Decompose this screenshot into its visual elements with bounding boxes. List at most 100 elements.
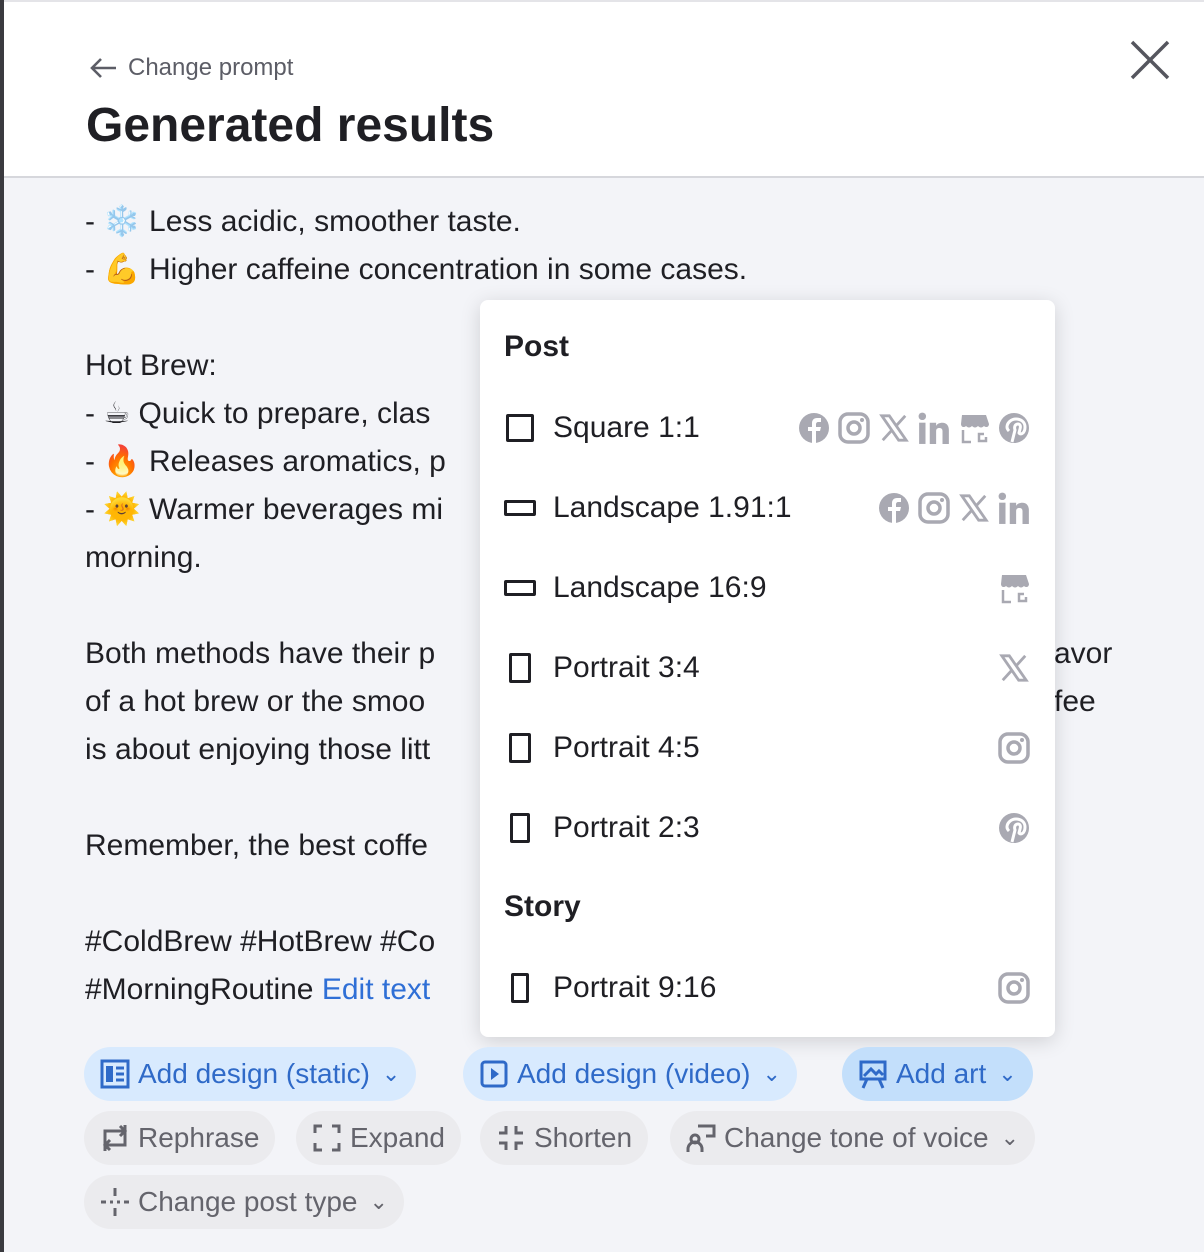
platform-icons — [997, 731, 1031, 765]
content-line-text: is about enjoying those litt — [85, 733, 431, 766]
option-label: Square 1:1 — [553, 411, 700, 444]
post-format-option[interactable]: Landscape 16:9 — [480, 558, 1055, 618]
content-line-text: - ☕ Quick to prepare, clas — [85, 397, 431, 430]
shorten-button[interactable]: Shorten — [480, 1111, 649, 1165]
page-title: Generated results — [86, 99, 495, 152]
content-line: #MorningRoutine Edit text — [85, 966, 430, 1014]
rephrase-label: Rephrase — [138, 1122, 260, 1153]
instagram-icon — [997, 971, 1031, 1005]
content-line: Both methods have their p — [85, 630, 435, 678]
content-line-text: - ❄️ Less acidic, smoother taste. — [85, 205, 521, 238]
x-icon — [957, 491, 991, 525]
option-label: Portrait 2:3 — [553, 811, 700, 844]
expand-label: Expand — [350, 1122, 445, 1153]
change-prompt-label: Change prompt — [128, 54, 294, 81]
google-business-icon — [957, 411, 991, 445]
aspect-ratio-icon — [509, 653, 531, 683]
pinterest-icon — [997, 411, 1031, 445]
crosshair-icon — [101, 1188, 129, 1216]
rephrase-button[interactable]: Rephrase — [84, 1111, 276, 1165]
change-post-type-label: Change post type — [138, 1186, 358, 1217]
content-line: - 🔥 Releases aromatics, p — [85, 438, 446, 486]
aspect-ratio-icon — [506, 414, 534, 442]
platform-icons — [997, 971, 1031, 1005]
linkedin-icon — [917, 411, 951, 445]
expand-button[interactable]: Expand — [296, 1111, 461, 1165]
aspect-ratio-icon — [509, 733, 531, 763]
option-label: Portrait 4:5 — [553, 731, 700, 764]
chevron-down-icon: ⌄ — [381, 1061, 401, 1086]
instagram-icon — [997, 731, 1031, 765]
option-label: Landscape 16:9 — [553, 571, 767, 604]
platform-icons — [877, 491, 1031, 525]
chevron-down-icon: ⌄ — [998, 1061, 1017, 1086]
header: Change prompt Generated results — [4, 0, 1204, 178]
option-label: Portrait 9:16 — [553, 971, 717, 1004]
speaker-person-icon — [686, 1124, 716, 1152]
chevron-down-icon: ⌄ — [762, 1061, 781, 1086]
aspect-ratio-icon — [510, 813, 530, 843]
content-line-text: morning. — [85, 541, 202, 574]
text-fragment: avor — [1054, 637, 1113, 670]
content-line-text: - 🌞 Warmer beverages mi — [85, 493, 443, 526]
edit-text-link[interactable]: Edit text — [322, 973, 430, 1006]
content-line-text: Hot Brew: — [85, 349, 217, 382]
add-design-static-label: Add design (static) — [138, 1058, 370, 1089]
content-line: - ☕ Quick to prepare, clas — [85, 390, 430, 438]
post-format-option[interactable]: Portrait 4:5 — [480, 718, 1055, 778]
content-line-text: #MorningRoutine — [85, 973, 314, 1006]
post-type-dropdown: Post Square 1:1 Landscape 1.91:1 Landscape… — [480, 300, 1055, 1037]
post-format-option[interactable]: Landscape 1.91:1 — [480, 478, 1055, 538]
shorten-label: Shorten — [534, 1122, 633, 1153]
layout-icon — [100, 1059, 130, 1089]
platform-icons — [997, 811, 1031, 845]
change-post-type-button[interactable]: Change post type ⌄ — [84, 1175, 404, 1229]
content-line-text: #ColdBrew #HotBrew #Co — [85, 925, 436, 958]
facebook-icon — [877, 491, 911, 525]
easel-icon — [859, 1060, 887, 1089]
content-line-text: of a hot brew or the smoo — [85, 685, 426, 718]
chevron-down-icon: ⌄ — [369, 1189, 388, 1214]
option-label: Portrait 3:4 — [553, 651, 700, 684]
content-line: morning. — [85, 534, 202, 582]
change-prompt-link[interactable]: Change prompt — [88, 54, 293, 82]
linkedin-icon — [997, 491, 1031, 525]
aspect-ratio-icon — [504, 500, 536, 516]
post-format-option[interactable]: Portrait 3:4 — [480, 638, 1055, 698]
option-label: Landscape 1.91:1 — [553, 491, 792, 524]
add-art-button[interactable]: Add art ⌄ — [842, 1047, 1033, 1101]
chevron-down-icon: ⌄ — [1000, 1125, 1020, 1150]
facebook-icon — [797, 411, 831, 445]
post-format-option[interactable]: Portrait 9:16 — [480, 958, 1055, 1018]
aspect-ratio-icon — [504, 580, 536, 596]
close-icon[interactable] — [1128, 38, 1172, 82]
x-icon — [877, 411, 911, 445]
aspect-ratio-icon — [511, 973, 529, 1003]
post-format-option[interactable]: Portrait 2:3 — [480, 798, 1055, 858]
change-tone-label: Change tone of voice — [724, 1122, 989, 1153]
story-heading: Story — [504, 890, 581, 923]
instagram-icon — [917, 491, 951, 525]
add-art-label: Add art — [896, 1058, 987, 1089]
content-line: #ColdBrew #HotBrew #Co — [85, 918, 435, 966]
rephrase-icon — [102, 1124, 128, 1152]
content-line-text: - 🔥 Releases aromatics, p — [85, 445, 446, 478]
instagram-icon — [837, 411, 871, 445]
content-line: Remember, the best coffe — [85, 822, 428, 870]
text-fragment: fee — [1054, 685, 1096, 718]
platform-icons — [997, 571, 1031, 605]
platform-icons — [997, 651, 1031, 685]
content-line: - 💪 Higher caffeine concentration in som… — [85, 246, 747, 294]
add-design-video-button[interactable]: Add design (video) ⌄ — [463, 1047, 797, 1101]
add-design-static-button[interactable]: Add design (static) ⌄ — [84, 1047, 417, 1101]
content-line: is about enjoying those litt — [85, 726, 430, 774]
expand-icon — [313, 1124, 341, 1152]
post-format-option[interactable]: Square 1:1 — [480, 398, 1055, 458]
post-heading: Post — [504, 330, 570, 363]
change-tone-button[interactable]: Change tone of voice ⌄ — [670, 1111, 1036, 1165]
content-line: of a hot brew or the smoo — [85, 678, 425, 726]
arrow-left-icon — [90, 58, 116, 78]
content-line-text: - 💪 Higher caffeine concentration in som… — [85, 253, 748, 286]
x-icon — [997, 651, 1031, 685]
add-design-video-label: Add design (video) — [517, 1058, 751, 1089]
